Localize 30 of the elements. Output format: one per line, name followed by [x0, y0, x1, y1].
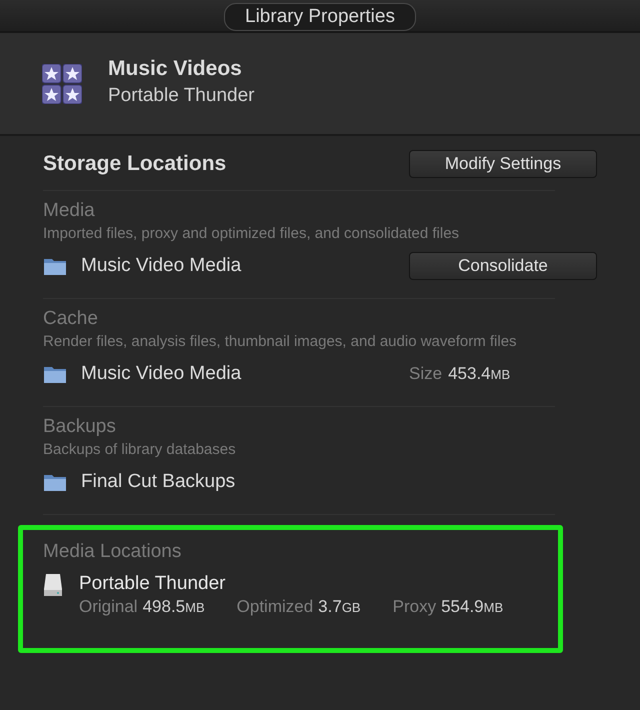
- folder-name: Music Video Media: [81, 363, 242, 385]
- section-title: Media Locations: [43, 541, 182, 563]
- section-description: Render files, analysis files, thumbnail images, and audio waveform files: [43, 333, 518, 350]
- drive-name: Portable Thunder: [79, 573, 226, 595]
- drive-icon: [43, 573, 63, 597]
- folder-icon: [43, 472, 67, 492]
- window-title: Library Properties: [224, 3, 416, 31]
- modify-settings-button[interactable]: Modify Settings: [409, 150, 597, 178]
- stat-label: Original: [79, 597, 138, 617]
- section-heading: Storage Locations: [43, 152, 226, 176]
- section-title: Media: [43, 200, 96, 222]
- consolidate-button[interactable]: Consolidate: [409, 252, 597, 280]
- folder-name: Final Cut Backups: [81, 471, 236, 493]
- library-name: Music Videos: [108, 56, 243, 80]
- section-title: Backups: [43, 416, 117, 438]
- stat-value: 3.7GB: [318, 597, 361, 617]
- folder-icon: [43, 364, 67, 384]
- folder-icon: [43, 256, 67, 276]
- section-description: Imported files, proxy and optimized files, and consolidated files: [43, 225, 460, 242]
- library-location: Portable Thunder: [108, 84, 254, 106]
- stat-label: Proxy: [392, 597, 436, 617]
- section-description: Backups of library databases: [43, 441, 237, 458]
- stat-value: 498.5MB: [142, 597, 205, 617]
- library-stars-icon: [42, 64, 82, 104]
- stat-label: Optimized: [236, 597, 314, 617]
- folder-name: Music Video Media: [81, 255, 242, 277]
- size-value: 453.4MB: [448, 364, 510, 384]
- section-title: Cache: [43, 308, 99, 330]
- stat-value: 554.9MB: [441, 597, 504, 617]
- size-label: Size: [409, 364, 442, 384]
